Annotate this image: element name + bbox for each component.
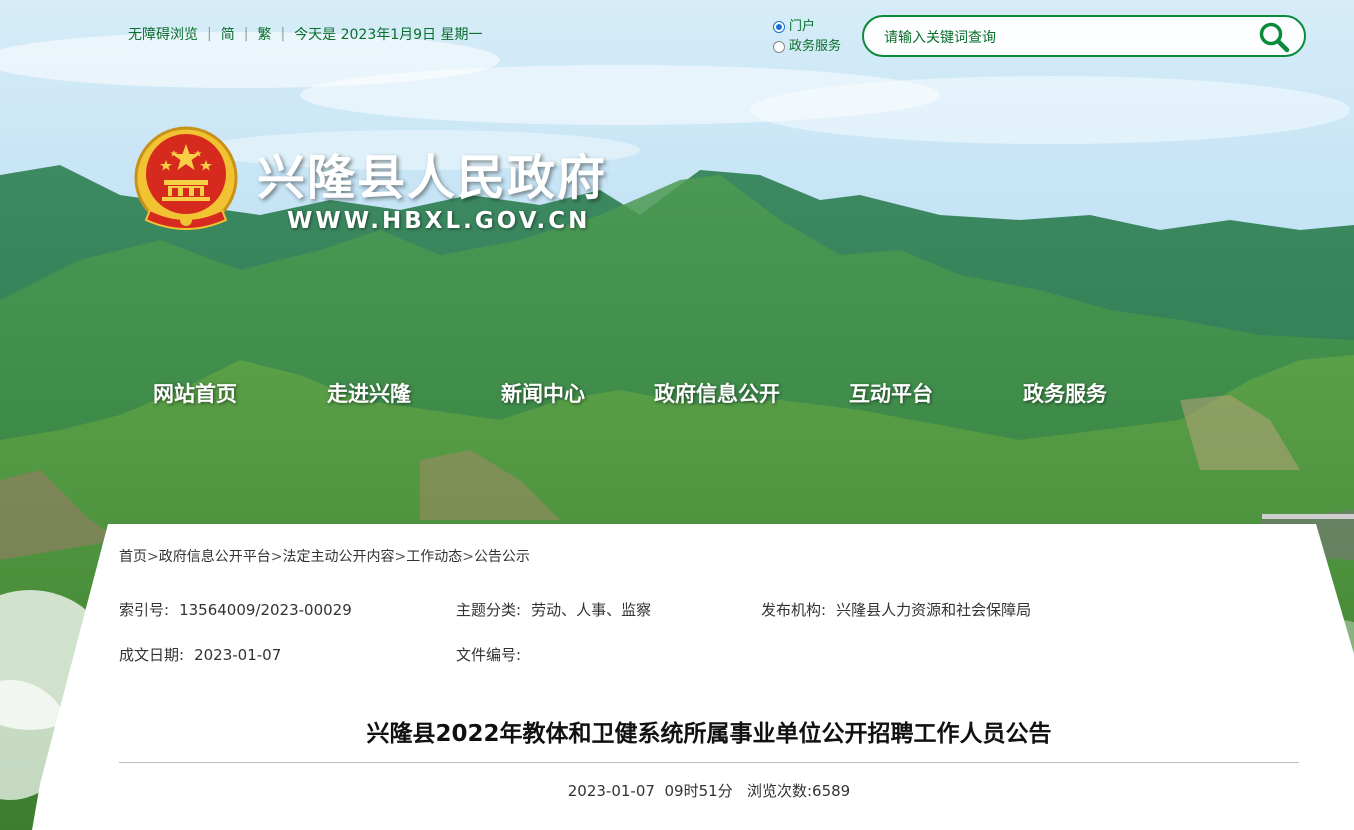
publish-date: 2023-01-07 [567,782,655,800]
breadcrumb-home[interactable]: 首页 [119,549,147,565]
traditional-chinese-link[interactable]: 繁 [257,24,271,44]
nav-item-interaction-platform[interactable]: 互动平台 [804,378,978,408]
breadcrumb-separator: > [147,549,159,565]
scope-option-gov-service[interactable]: 政务服务 [773,37,841,57]
search-box [862,15,1306,57]
title-divider [119,762,1299,763]
separator: | [280,26,286,42]
top-utility-bar: 无障碍浏览 | 简 | 繁 | 今天是 2023年1月9日 星期一 [128,24,483,44]
meta-label: 主题分类: [456,601,522,619]
meta-value: 劳动、人事、监察 [531,601,652,619]
meta-label: 索引号: [119,601,170,619]
breadcrumb-work-updates[interactable]: 工作动态 [406,549,462,565]
nav-item-home[interactable]: 网站首页 [108,378,282,408]
meta-value: 2023-01-07 [194,646,282,664]
meta-label: 发布机构: [761,601,827,619]
breadcrumb-statutory-disclosure[interactable]: 法定主动公开内容 [282,549,394,565]
site-title: 兴隆县人民政府 [257,150,608,206]
publish-info: 2023-01-07 09时51分 浏览次数:6589 [119,780,1299,801]
meta-document-date: 成文日期: 2023-01-07 [119,644,281,665]
breadcrumb: 首页>政府信息公开平台>法定主动公开内容>工作动态>公告公示 [119,546,530,566]
separator: | [207,26,212,42]
views-count: 6589 [812,782,851,800]
separator: | [243,26,249,42]
accessibility-link[interactable]: 无障碍浏览 [128,24,198,44]
site-url: WWW.HBXL.GOV.CN [287,208,591,234]
meta-label: 成文日期: [119,646,185,664]
national-emblem-icon [132,124,240,238]
article-content-panel: 首页>政府信息公开平台>法定主动公开内容>工作动态>公告公示 索引号: 13564… [0,524,1354,830]
meta-publisher: 发布机构: 兴隆县人力资源和社会保障局 [761,599,1031,620]
scope-label-gov-service: 政务服务 [789,39,842,54]
breadcrumb-separator: > [270,549,283,565]
publish-time: 09时51分 [664,782,733,800]
nav-item-news-center[interactable]: 新闻中心 [456,378,630,408]
nav-item-gov-services[interactable]: 政务服务 [978,378,1152,408]
scope-option-portal[interactable]: 门户 [773,17,841,37]
meta-index-number: 索引号: 13564009/2023-00029 [119,599,352,620]
search-icon [1259,22,1290,53]
current-date: 今天是 2023年1月9日 星期一 [294,27,483,43]
nav-item-gov-info-disclosure[interactable]: 政府信息公开 [630,378,804,408]
radio-gov-service[interactable] [773,41,785,53]
views-label: 浏览次数: [746,782,813,800]
breadcrumb-separator: > [394,549,407,565]
main-navigation: 网站首页 走进兴隆 新闻中心 政府信息公开 互动平台 政务服务 [108,378,1248,410]
search-input[interactable] [882,25,1256,51]
meta-value: 兴隆县人力资源和社会保障局 [836,601,1032,619]
meta-value: 13564009/2023-00029 [179,601,352,619]
meta-document-number: 文件编号: [456,644,531,665]
breadcrumb-separator: > [462,549,474,565]
breadcrumb-gov-info-platform[interactable]: 政府信息公开平台 [159,549,271,565]
search-scope-radio-group: 门户 政务服务 [773,17,841,57]
simplified-chinese-link[interactable]: 简 [221,24,235,44]
article-title: 兴隆县2022年教体和卫健系统所属事业单位公开招聘工作人员公告 [366,721,1052,747]
scope-label-portal: 门户 [789,19,816,34]
radio-portal[interactable] [773,21,785,33]
meta-topic-category: 主题分类: 劳动、人事、监察 [456,599,651,620]
nav-item-about-xinglong[interactable]: 走进兴隆 [282,378,456,408]
search-button[interactable] [1258,21,1290,53]
breadcrumb-announcements[interactable]: 公告公示 [474,549,530,565]
meta-label: 文件编号: [456,646,522,664]
